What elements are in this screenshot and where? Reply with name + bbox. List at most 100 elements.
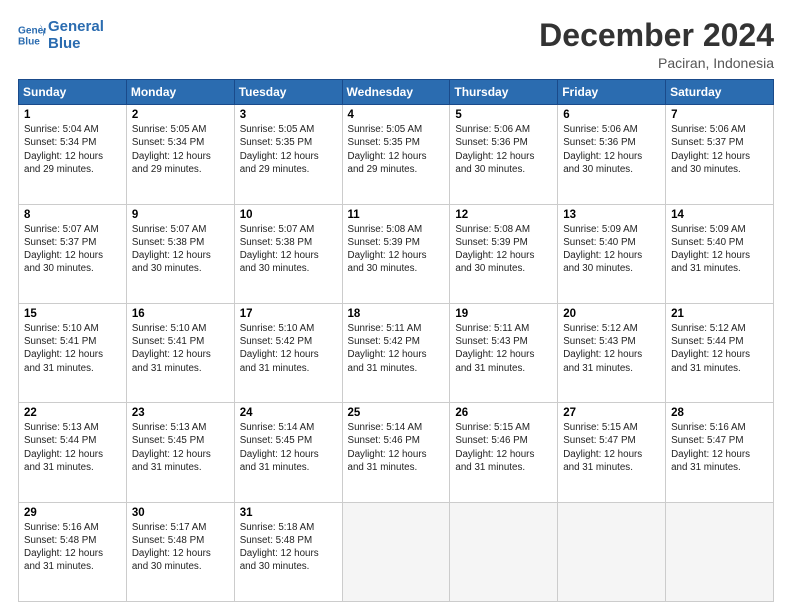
day-number: 19 xyxy=(455,308,552,320)
title-block: December 2024 Paciran, Indonesia xyxy=(539,18,774,71)
day-number: 2 xyxy=(132,109,229,121)
calendar-cell: 19 Sunrise: 5:11 AMSunset: 5:43 PMDaylig… xyxy=(450,303,558,402)
day-number: 9 xyxy=(132,209,229,221)
calendar-cell: 30 Sunrise: 5:17 AMSunset: 5:48 PMDaylig… xyxy=(126,502,234,601)
day-info: Sunrise: 5:04 AMSunset: 5:34 PMDaylight:… xyxy=(24,124,103,175)
day-number: 22 xyxy=(24,407,121,419)
day-info: Sunrise: 5:17 AMSunset: 5:48 PMDaylight:… xyxy=(132,522,211,573)
calendar-week-2: 8 Sunrise: 5:07 AMSunset: 5:37 PMDayligh… xyxy=(19,204,774,303)
day-info: Sunrise: 5:08 AMSunset: 5:39 PMDaylight:… xyxy=(348,224,427,275)
calendar-cell: 29 Sunrise: 5:16 AMSunset: 5:48 PMDaylig… xyxy=(19,502,127,601)
day-info: Sunrise: 5:12 AMSunset: 5:44 PMDaylight:… xyxy=(671,323,750,374)
calendar-cell: 8 Sunrise: 5:07 AMSunset: 5:37 PMDayligh… xyxy=(19,204,127,303)
calendar-cell: 31 Sunrise: 5:18 AMSunset: 5:48 PMDaylig… xyxy=(234,502,342,601)
day-info: Sunrise: 5:10 AMSunset: 5:42 PMDaylight:… xyxy=(240,323,319,374)
day-info: Sunrise: 5:15 AMSunset: 5:47 PMDaylight:… xyxy=(563,422,642,473)
day-info: Sunrise: 5:07 AMSunset: 5:37 PMDaylight:… xyxy=(24,224,103,275)
calendar-week-5: 29 Sunrise: 5:16 AMSunset: 5:48 PMDaylig… xyxy=(19,502,774,601)
day-info: Sunrise: 5:08 AMSunset: 5:39 PMDaylight:… xyxy=(455,224,534,275)
day-number: 12 xyxy=(455,209,552,221)
day-number: 15 xyxy=(24,308,121,320)
svg-text:Blue: Blue xyxy=(18,37,40,48)
day-info: Sunrise: 5:15 AMSunset: 5:46 PMDaylight:… xyxy=(455,422,534,473)
day-info: Sunrise: 5:10 AMSunset: 5:41 PMDaylight:… xyxy=(24,323,103,374)
calendar-cell: 21 Sunrise: 5:12 AMSunset: 5:44 PMDaylig… xyxy=(666,303,774,402)
calendar-header-row: SundayMondayTuesdayWednesdayThursdayFrid… xyxy=(19,80,774,105)
day-number: 11 xyxy=(348,209,445,221)
calendar-table: SundayMondayTuesdayWednesdayThursdayFrid… xyxy=(18,79,774,602)
col-header-monday: Monday xyxy=(126,80,234,105)
col-header-wednesday: Wednesday xyxy=(342,80,450,105)
calendar-cell: 18 Sunrise: 5:11 AMSunset: 5:42 PMDaylig… xyxy=(342,303,450,402)
calendar-cell: 17 Sunrise: 5:10 AMSunset: 5:42 PMDaylig… xyxy=(234,303,342,402)
calendar-cell xyxy=(450,502,558,601)
calendar-cell: 9 Sunrise: 5:07 AMSunset: 5:38 PMDayligh… xyxy=(126,204,234,303)
day-info: Sunrise: 5:09 AMSunset: 5:40 PMDaylight:… xyxy=(563,224,642,275)
day-number: 30 xyxy=(132,507,229,519)
logo: General Blue General Blue xyxy=(18,18,104,53)
day-number: 13 xyxy=(563,209,660,221)
day-info: Sunrise: 5:05 AMSunset: 5:35 PMDaylight:… xyxy=(240,124,319,175)
calendar-cell xyxy=(558,502,666,601)
day-number: 24 xyxy=(240,407,337,419)
page: General Blue General Blue December 2024 … xyxy=(0,0,792,612)
subtitle: Paciran, Indonesia xyxy=(539,55,774,71)
calendar-cell xyxy=(666,502,774,601)
day-info: Sunrise: 5:10 AMSunset: 5:41 PMDaylight:… xyxy=(132,323,211,374)
logo-icon: General Blue xyxy=(18,21,46,49)
calendar-cell: 23 Sunrise: 5:13 AMSunset: 5:45 PMDaylig… xyxy=(126,403,234,502)
calendar-cell: 20 Sunrise: 5:12 AMSunset: 5:43 PMDaylig… xyxy=(558,303,666,402)
calendar-cell: 5 Sunrise: 5:06 AMSunset: 5:36 PMDayligh… xyxy=(450,105,558,204)
calendar-cell: 3 Sunrise: 5:05 AMSunset: 5:35 PMDayligh… xyxy=(234,105,342,204)
day-info: Sunrise: 5:16 AMSunset: 5:48 PMDaylight:… xyxy=(24,522,103,573)
day-info: Sunrise: 5:11 AMSunset: 5:43 PMDaylight:… xyxy=(455,323,534,374)
day-info: Sunrise: 5:07 AMSunset: 5:38 PMDaylight:… xyxy=(132,224,211,275)
calendar-cell: 27 Sunrise: 5:15 AMSunset: 5:47 PMDaylig… xyxy=(558,403,666,502)
day-number: 4 xyxy=(348,109,445,121)
calendar-week-4: 22 Sunrise: 5:13 AMSunset: 5:44 PMDaylig… xyxy=(19,403,774,502)
calendar-week-1: 1 Sunrise: 5:04 AMSunset: 5:34 PMDayligh… xyxy=(19,105,774,204)
calendar-cell: 4 Sunrise: 5:05 AMSunset: 5:35 PMDayligh… xyxy=(342,105,450,204)
calendar-cell: 11 Sunrise: 5:08 AMSunset: 5:39 PMDaylig… xyxy=(342,204,450,303)
calendar-cell: 26 Sunrise: 5:15 AMSunset: 5:46 PMDaylig… xyxy=(450,403,558,502)
calendar-cell: 25 Sunrise: 5:14 AMSunset: 5:46 PMDaylig… xyxy=(342,403,450,502)
day-number: 27 xyxy=(563,407,660,419)
day-info: Sunrise: 5:11 AMSunset: 5:42 PMDaylight:… xyxy=(348,323,427,374)
day-info: Sunrise: 5:05 AMSunset: 5:35 PMDaylight:… xyxy=(348,124,427,175)
day-number: 20 xyxy=(563,308,660,320)
day-info: Sunrise: 5:06 AMSunset: 5:36 PMDaylight:… xyxy=(563,124,642,175)
day-info: Sunrise: 5:06 AMSunset: 5:36 PMDaylight:… xyxy=(455,124,534,175)
day-number: 7 xyxy=(671,109,768,121)
day-info: Sunrise: 5:16 AMSunset: 5:47 PMDaylight:… xyxy=(671,422,750,473)
day-info: Sunrise: 5:18 AMSunset: 5:48 PMDaylight:… xyxy=(240,522,319,573)
main-title: December 2024 xyxy=(539,18,774,53)
day-number: 17 xyxy=(240,308,337,320)
day-number: 26 xyxy=(455,407,552,419)
day-number: 28 xyxy=(671,407,768,419)
day-number: 18 xyxy=(348,308,445,320)
calendar-cell: 12 Sunrise: 5:08 AMSunset: 5:39 PMDaylig… xyxy=(450,204,558,303)
logo-blue: Blue xyxy=(48,35,104,52)
col-header-sunday: Sunday xyxy=(19,80,127,105)
calendar-cell: 13 Sunrise: 5:09 AMSunset: 5:40 PMDaylig… xyxy=(558,204,666,303)
day-number: 14 xyxy=(671,209,768,221)
calendar-cell: 2 Sunrise: 5:05 AMSunset: 5:34 PMDayligh… xyxy=(126,105,234,204)
day-info: Sunrise: 5:09 AMSunset: 5:40 PMDaylight:… xyxy=(671,224,750,275)
col-header-friday: Friday xyxy=(558,80,666,105)
calendar-cell: 15 Sunrise: 5:10 AMSunset: 5:41 PMDaylig… xyxy=(19,303,127,402)
col-header-thursday: Thursday xyxy=(450,80,558,105)
col-header-saturday: Saturday xyxy=(666,80,774,105)
calendar-cell: 6 Sunrise: 5:06 AMSunset: 5:36 PMDayligh… xyxy=(558,105,666,204)
day-number: 1 xyxy=(24,109,121,121)
day-info: Sunrise: 5:06 AMSunset: 5:37 PMDaylight:… xyxy=(671,124,750,175)
day-number: 3 xyxy=(240,109,337,121)
day-number: 29 xyxy=(24,507,121,519)
day-number: 16 xyxy=(132,308,229,320)
day-number: 6 xyxy=(563,109,660,121)
day-number: 8 xyxy=(24,209,121,221)
day-info: Sunrise: 5:07 AMSunset: 5:38 PMDaylight:… xyxy=(240,224,319,275)
day-number: 5 xyxy=(455,109,552,121)
calendar-cell: 22 Sunrise: 5:13 AMSunset: 5:44 PMDaylig… xyxy=(19,403,127,502)
col-header-tuesday: Tuesday xyxy=(234,80,342,105)
day-info: Sunrise: 5:14 AMSunset: 5:46 PMDaylight:… xyxy=(348,422,427,473)
